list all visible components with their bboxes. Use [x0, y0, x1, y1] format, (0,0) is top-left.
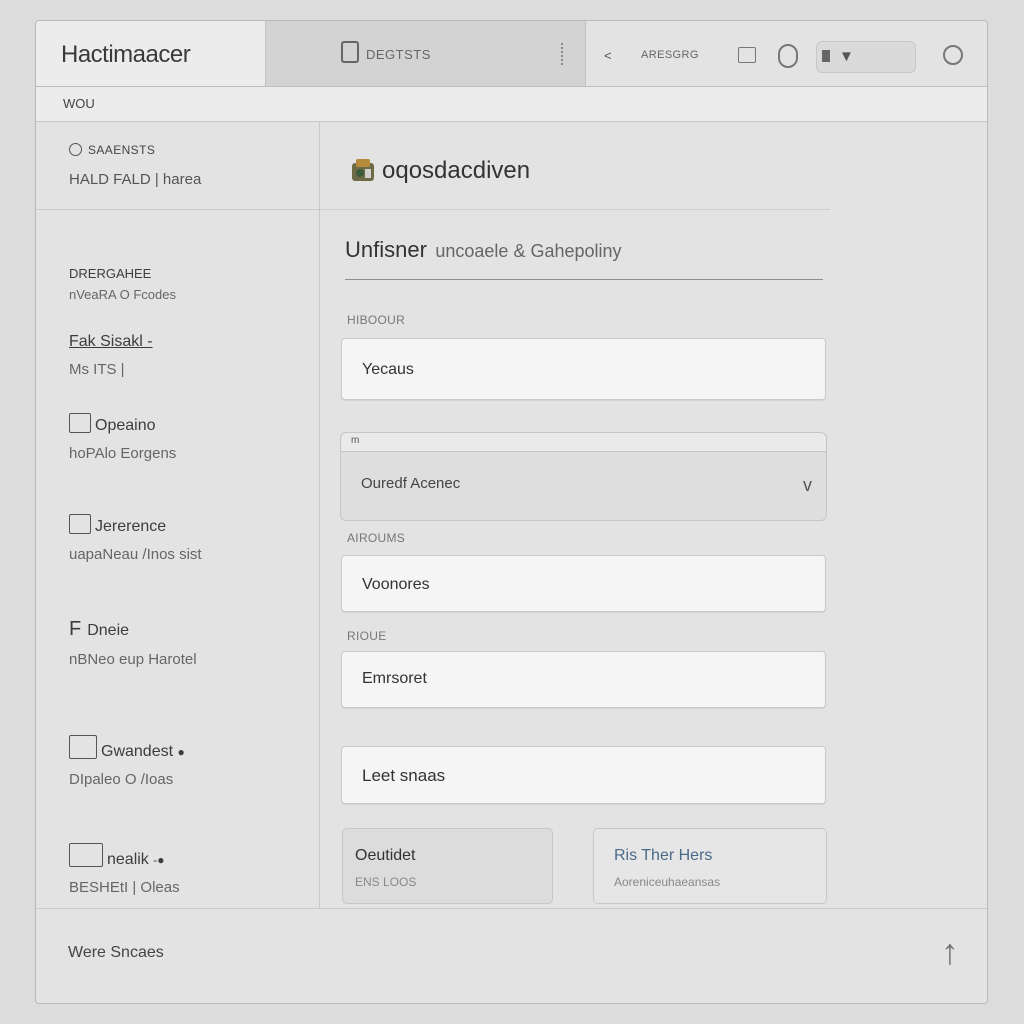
folder-icon: [69, 413, 91, 433]
field-label: AIROUMS: [347, 531, 406, 545]
clock-icon: [69, 143, 82, 156]
card-subtitle: ENS LOOS: [355, 875, 417, 889]
back-button[interactable]: <: [604, 48, 612, 63]
sidebar-item-title: Jererence: [69, 514, 309, 536]
divider: [320, 209, 830, 210]
input-value: Leet snaas: [362, 766, 446, 785]
sidebar-item-title: Fak Sisakl -: [69, 333, 153, 350]
sidebar-item-subtitle: uapaNeau /Inos sist: [69, 546, 202, 563]
dropdown-swatch: [822, 50, 830, 62]
flag-icon: F: [69, 618, 82, 640]
record-icon[interactable]: [778, 44, 798, 68]
input-value: Emrsoret: [362, 670, 427, 687]
tab-details[interactable]: DEGTSTS: [266, 21, 586, 86]
section-heading-rest: uncoaele & Gahepoliny: [435, 241, 622, 261]
scroll-up-arrow-icon[interactable]: ↑: [941, 931, 959, 973]
text-input-2[interactable]: Voonores: [341, 555, 826, 612]
text-input-3[interactable]: Emrsoret: [341, 651, 826, 708]
tab-separator: [561, 43, 565, 65]
page-title: oqosdacdiven: [350, 157, 530, 185]
chevron-down-icon: v: [803, 475, 812, 495]
footer-label: Were Sncaes: [68, 944, 164, 961]
brand-area[interactable]: Hactimaacer: [36, 21, 266, 86]
sidebar-header-title: SAAENSTS: [69, 143, 155, 157]
sidebar-item-subtitle: nBNeo eup Harotel: [69, 651, 197, 668]
sidebar-item-subtitle: hoPAlo Eorgens: [69, 445, 177, 462]
sidebar-item-5[interactable]: F Dneie nBNeo eup Harotel: [69, 618, 309, 668]
breadcrumb: WOU: [36, 87, 987, 122]
sidebar-item-3[interactable]: Opeaino hoPAlo Eorgens: [69, 413, 309, 462]
sidebar-item-2[interactable]: Fak Sisakl - Ms ITS |: [69, 333, 309, 378]
tab-label: DEGTSTS: [366, 47, 431, 62]
chart-icon: [69, 735, 97, 759]
sidebar-item-7[interactable]: nealik -● BESHEtI | Oleas: [69, 843, 309, 896]
sidebar-item-1[interactable]: DRERGAHEE nVeaRA O Fcodes: [69, 266, 309, 302]
footer: Were Sncaes ↑: [36, 908, 987, 1003]
sidebar-item-title: Gwandest ●: [69, 735, 309, 761]
input-value: Voonores: [362, 576, 430, 593]
select-tab: m: [341, 433, 826, 452]
sidebar-item-title: nealik -●: [69, 843, 309, 869]
sidebar-item-subtitle: BESHEtI | Oleas: [69, 879, 180, 896]
sidebar-item-6[interactable]: Gwandest ● DIpaleo O /Ioas: [69, 735, 309, 788]
sidebar-header: SAAENSTS HALD FALD | harea: [36, 121, 319, 210]
card-subtitle: Aoreniceuhaeansas: [614, 875, 721, 889]
app-logo-icon: [352, 159, 374, 181]
option-card-2[interactable]: Ris Ther Hers Aoreniceuhaeansas: [593, 828, 827, 904]
field-label: HIBOOUR: [347, 313, 406, 327]
document-icon: [341, 41, 359, 63]
window-icon: [69, 843, 103, 867]
option-card-1[interactable]: Oeutidet ENS LOOS: [342, 828, 553, 904]
view-dropdown[interactable]: ▼: [816, 41, 916, 73]
field-label: RIOUE: [347, 629, 387, 643]
app-title: Hactimaacer: [61, 41, 191, 68]
top-toolbar: Hactimaacer DEGTSTS < ARESGRG ▼: [36, 21, 987, 87]
section-heading-strong: Unfisner: [345, 237, 427, 262]
toolbar-controls: < ARESGRG ▼: [586, 21, 987, 86]
image-icon: [69, 514, 91, 534]
location-label: ARESGRG: [641, 49, 699, 61]
input-value: Yecaus: [362, 361, 414, 378]
breadcrumb-item[interactable]: WOU: [63, 96, 95, 111]
app-window: Hactimaacer DEGTSTS < ARESGRG ▼ WOU SAAE…: [35, 20, 988, 1004]
sidebar-header-subtitle: HALD FALD | harea: [69, 171, 202, 188]
select-value: Ouredf Acenec: [361, 475, 461, 492]
main-panel: oqosdacdiven Unfisner uncoaele & Gahepol…: [320, 121, 830, 908]
sidebar-item-title: DRERGAHEE: [69, 266, 152, 281]
sidebar-item-subtitle: DIpaleo O /Ioas: [69, 771, 174, 788]
profile-icon[interactable]: [943, 45, 963, 65]
sidebar-item-4[interactable]: Jererence uapaNeau /Inos sist: [69, 514, 309, 563]
sidebar-item-subtitle: Ms ITS |: [69, 361, 125, 378]
chevron-down-icon: ▼: [839, 48, 854, 65]
text-input-4[interactable]: Leet snaas: [341, 746, 826, 804]
sidebar: SAAENSTS HALD FALD | harea DRERGAHEE nVe…: [36, 121, 320, 908]
section-heading: Unfisner uncoaele & Gahepoliny: [345, 237, 823, 280]
card-title: Oeutidet: [355, 847, 416, 864]
text-input-1[interactable]: Yecaus: [341, 338, 826, 400]
window-icon[interactable]: [738, 47, 756, 63]
sidebar-item-title: Opeaino: [69, 413, 309, 435]
sidebar-item-title: F Dneie: [69, 618, 130, 640]
card-title-link[interactable]: Ris Ther Hers: [614, 847, 712, 865]
select-dropdown[interactable]: m Ouredf Acenec v: [340, 432, 827, 521]
sidebar-item-subtitle: nVeaRA O Fcodes: [69, 287, 176, 302]
